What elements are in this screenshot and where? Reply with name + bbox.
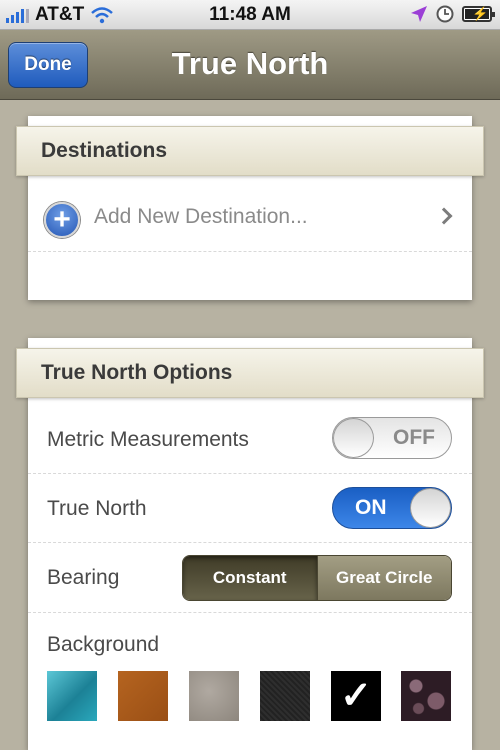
- segment-great-circle[interactable]: Great Circle: [316, 556, 451, 600]
- destinations-card: Destinations + Add New Destination...: [16, 116, 484, 300]
- clock-icon: [436, 5, 454, 23]
- metric-row: Metric Measurements OFF: [28, 404, 472, 473]
- background-row: Background ✓: [28, 612, 472, 750]
- location-arrow-icon: [411, 6, 427, 22]
- metric-toggle[interactable]: OFF: [332, 417, 452, 459]
- status-bar: AT&T 11:48 AM ⚡: [0, 0, 500, 30]
- nav-bar: True North Done: [0, 30, 500, 100]
- toggle-knob: [410, 488, 451, 528]
- swatch-bokeh[interactable]: [401, 671, 451, 721]
- bearing-label: Bearing: [47, 566, 120, 589]
- add-destination-row[interactable]: + Add New Destination...: [28, 184, 472, 250]
- metric-label: Metric Measurements: [47, 428, 249, 451]
- done-button[interactable]: Done: [8, 42, 88, 88]
- destinations-header: Destinations: [16, 126, 484, 176]
- add-circle-icon[interactable]: +: [44, 202, 80, 238]
- true-north-label: True North: [47, 497, 147, 520]
- chevron-right-icon: [435, 207, 453, 225]
- swatch-orange[interactable]: [118, 671, 168, 721]
- swatch-black[interactable]: ✓: [331, 671, 381, 721]
- options-card: True North Options Metric Measurements O…: [16, 338, 484, 750]
- bearing-row: Bearing Constant Great Circle: [28, 542, 472, 612]
- swatch-gray[interactable]: [189, 671, 239, 721]
- toggle-knob: [333, 418, 374, 458]
- true-north-toggle-state: ON: [355, 496, 387, 519]
- options-header: True North Options: [16, 348, 484, 398]
- segment-constant[interactable]: Constant: [183, 556, 317, 600]
- true-north-row: True North ON: [28, 473, 472, 542]
- background-label: Background: [47, 633, 160, 656]
- swatch-carbon[interactable]: [260, 671, 310, 721]
- bearing-segmented-control[interactable]: Constant Great Circle: [182, 555, 452, 601]
- empty-row: [28, 251, 472, 300]
- add-destination-label: Add New Destination...: [94, 205, 308, 228]
- status-right: ⚡: [410, 5, 495, 23]
- true-north-toggle[interactable]: ON: [332, 487, 452, 529]
- battery-icon: ⚡: [462, 6, 495, 22]
- swatch-teal[interactable]: [47, 671, 97, 721]
- checkmark-icon: ✓: [340, 675, 372, 717]
- metric-toggle-state: OFF: [393, 426, 435, 449]
